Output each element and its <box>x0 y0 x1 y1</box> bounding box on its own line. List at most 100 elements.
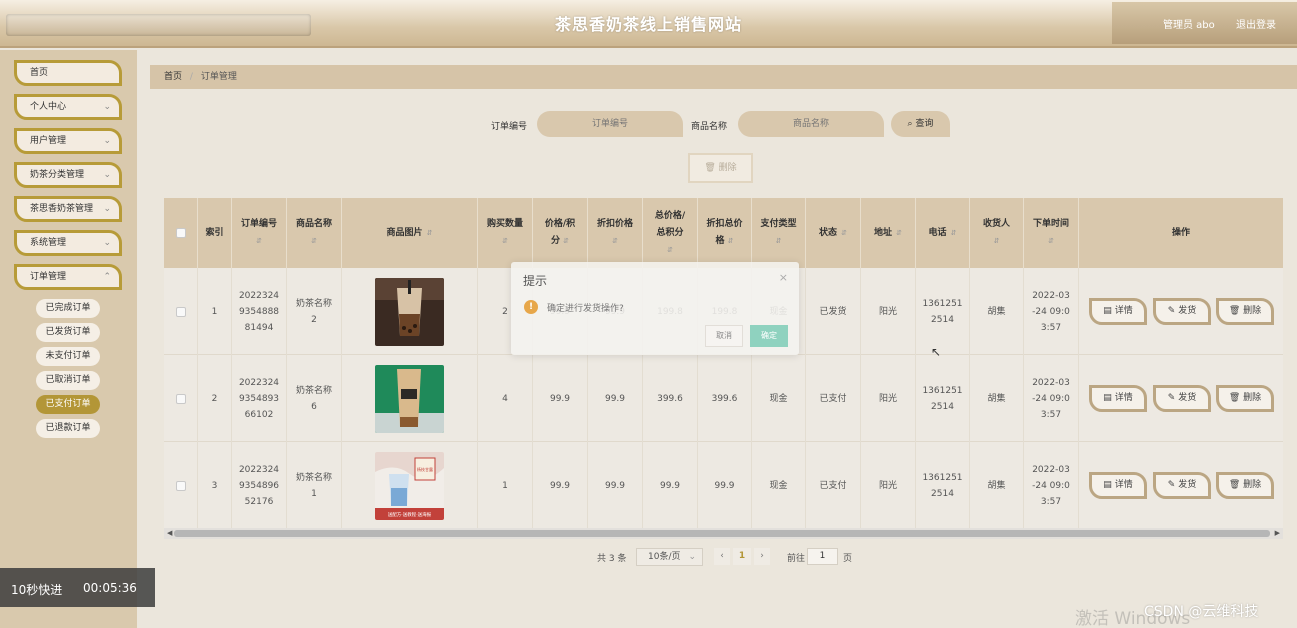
sort-icon[interactable]: ⇵ <box>1048 233 1054 250</box>
pay-type-value: 现金 <box>769 480 788 491</box>
delete-button[interactable]: 🗑 删除 <box>1216 385 1274 412</box>
prev-page-button[interactable]: ‹ <box>714 548 730 565</box>
ship-button[interactable]: ✎ 发货 <box>1153 472 1211 499</box>
dialog-cancel-button[interactable]: 取消 <box>705 325 743 347</box>
order-no-input[interactable] <box>537 111 683 137</box>
sidebar-item-system-management[interactable]: 系统管理 ⌄ <box>14 230 122 256</box>
delete-button[interactable]: 🗑 删除 <box>1216 298 1274 325</box>
header-pay-type[interactable]: 支付类型 ⇵ <box>752 198 806 268</box>
row-checkbox[interactable] <box>175 480 186 491</box>
top-header: 茶思香奶茶线上销售网站 管理员 abo 退出登录 <box>0 0 1297 48</box>
sidebar-item-category-management[interactable]: 奶茶分类管理 ⌄ <box>14 162 122 188</box>
header-discount-price[interactable]: 折扣价格 ⇵ <box>588 198 643 268</box>
detail-button[interactable]: ▤ 详情 <box>1089 472 1147 499</box>
ship-button[interactable]: ✎ 发货 <box>1153 385 1211 412</box>
header-discount-total[interactable]: 折扣总价 格 ⇵ <box>698 198 752 268</box>
time-part: -24 09:0 <box>1032 480 1070 491</box>
delete-button[interactable]: 🗑 删除 <box>1216 472 1274 499</box>
order-no-part: 9354893 <box>238 393 280 404</box>
header-total-label-2: 总积分 <box>656 227 684 238</box>
status-value: 已发货 <box>819 306 847 317</box>
sidebar-item-personal-center[interactable]: 个人中心 ⌄ <box>14 94 122 120</box>
trash-icon: 🗑 <box>1228 480 1241 490</box>
order-no-part: 66102 <box>244 409 274 420</box>
next-page-button[interactable]: › <box>754 548 770 565</box>
submenu-unpaid-orders[interactable]: 未支付订单 <box>36 347 100 366</box>
product-image <box>375 364 444 433</box>
logout-link[interactable]: 退出登录 <box>1236 16 1276 31</box>
header-total-label: 总价格/ <box>654 210 686 221</box>
chevron-down-icon: ⌄ <box>103 102 111 112</box>
sidebar-item-home[interactable]: 首页 <box>14 60 122 86</box>
scroll-right-icon[interactable]: ▶ <box>1275 528 1280 539</box>
header-product-image[interactable]: 商品图片 ⇵ <box>342 198 478 268</box>
cell-address: 阳光 <box>861 442 916 529</box>
trash-icon: 🗑 <box>1228 306 1241 316</box>
goto-page-input[interactable]: 1 <box>807 548 838 565</box>
horizontal-scrollbar[interactable]: ◀ ▶ <box>164 528 1283 539</box>
sort-icon[interactable]: ⇵ <box>728 237 734 245</box>
sort-icon[interactable]: ⇵ <box>841 225 847 242</box>
sidebar-item-milktea-management[interactable]: 茶思香奶茶管理 ⌄ <box>14 196 122 222</box>
cell-address: 阳光 <box>861 268 916 355</box>
sort-icon[interactable]: ⇵ <box>896 225 902 242</box>
sort-icon[interactable]: ⇵ <box>502 233 508 250</box>
fast-forward-label[interactable]: 10秒快进 <box>11 581 62 598</box>
scroll-left-icon[interactable]: ◀ <box>167 528 172 539</box>
submenu-cancelled-orders[interactable]: 已取消订单 <box>36 371 100 390</box>
page-number-current[interactable]: 1 <box>733 548 751 565</box>
submenu-refunded-orders[interactable]: 已退款订单 <box>36 419 100 438</box>
sort-icon[interactable]: ⇵ <box>951 225 957 242</box>
header-order-no[interactable]: 订单编号 ⇵ <box>232 198 287 268</box>
trash-icon: 🗑 <box>1228 393 1241 403</box>
document-icon: ▤ <box>1103 306 1112 316</box>
cell-actions: ▤ 详情 ✎ 发货 🗑 删除 <box>1079 442 1283 529</box>
detail-button[interactable]: ▤ 详情 <box>1089 298 1147 325</box>
header-quantity[interactable]: 购买数量 ⇵ <box>478 198 533 268</box>
sort-icon[interactable]: ⇵ <box>256 233 262 250</box>
header-price[interactable]: 价格/积 分 ⇵ <box>533 198 588 268</box>
batch-delete-button[interactable]: 🗑 删除 <box>688 153 753 183</box>
header-price-label: 价格/积 <box>544 219 576 229</box>
product-name-input[interactable] <box>738 111 884 137</box>
sort-icon[interactable]: ⇵ <box>563 237 569 245</box>
breadcrumb-home[interactable]: 首页 <box>164 72 182 82</box>
header-status[interactable]: 状态 ⇵ <box>806 198 861 268</box>
cell-product-image <box>342 355 478 442</box>
sidebar-item-user-management[interactable]: 用户管理 ⌄ <box>14 128 122 154</box>
sort-icon[interactable]: ⇵ <box>612 233 618 250</box>
document-icon: ▤ <box>1103 393 1112 403</box>
sidebar-item-order-management[interactable]: 订单管理 ⌃ <box>14 264 122 290</box>
sort-icon[interactable]: ⇵ <box>994 233 1000 250</box>
scrollbar-thumb[interactable] <box>174 530 1270 537</box>
sort-icon[interactable]: ⇵ <box>776 233 782 250</box>
header-address[interactable]: 地址 ⇵ <box>861 198 916 268</box>
batch-delete-label: 删除 <box>718 163 737 173</box>
ship-button[interactable]: ✎ 发货 <box>1153 298 1211 325</box>
sort-icon[interactable]: ⇵ <box>311 233 317 250</box>
submenu-completed-orders[interactable]: 已完成订单 <box>36 299 100 318</box>
row-checkbox[interactable] <box>175 306 186 317</box>
header-order-time[interactable]: 下单时间 ⇵ <box>1024 198 1079 268</box>
select-all-checkbox[interactable] <box>175 228 186 238</box>
query-button[interactable]: ⌕ 查询 <box>891 111 950 137</box>
detail-button[interactable]: ▤ 详情 <box>1089 385 1147 412</box>
time-part: 2022-03 <box>1032 464 1070 475</box>
submenu-paid-orders[interactable]: 已支付订单 <box>36 395 100 414</box>
page-size-select[interactable]: 10条/页 ⌄ <box>636 548 703 566</box>
breadcrumb: 首页 / 订单管理 <box>150 65 1297 89</box>
header-product-name[interactable]: 商品名称 ⇵ <box>287 198 342 268</box>
dialog-confirm-button[interactable]: 确定 <box>750 325 788 347</box>
header-total[interactable]: 总价格/ 总积分 ⇵ <box>643 198 698 268</box>
header-receiver[interactable]: 收货人 ⇵ <box>970 198 1024 268</box>
row-checkbox[interactable] <box>175 393 186 404</box>
sort-icon[interactable]: ⇵ <box>427 225 433 242</box>
header-phone[interactable]: 电话 ⇵ <box>916 198 970 268</box>
header-discount-total-label: 折扣总价 <box>706 219 743 229</box>
close-icon[interactable]: × <box>779 271 788 284</box>
submenu-shipped-orders[interactable]: 已发货订单 <box>36 323 100 342</box>
phone-part: 2514 <box>931 314 954 325</box>
phone-part: 2514 <box>931 488 954 499</box>
sort-icon[interactable]: ⇵ <box>667 242 673 259</box>
cell-phone: 1361251 2514 <box>916 442 970 529</box>
